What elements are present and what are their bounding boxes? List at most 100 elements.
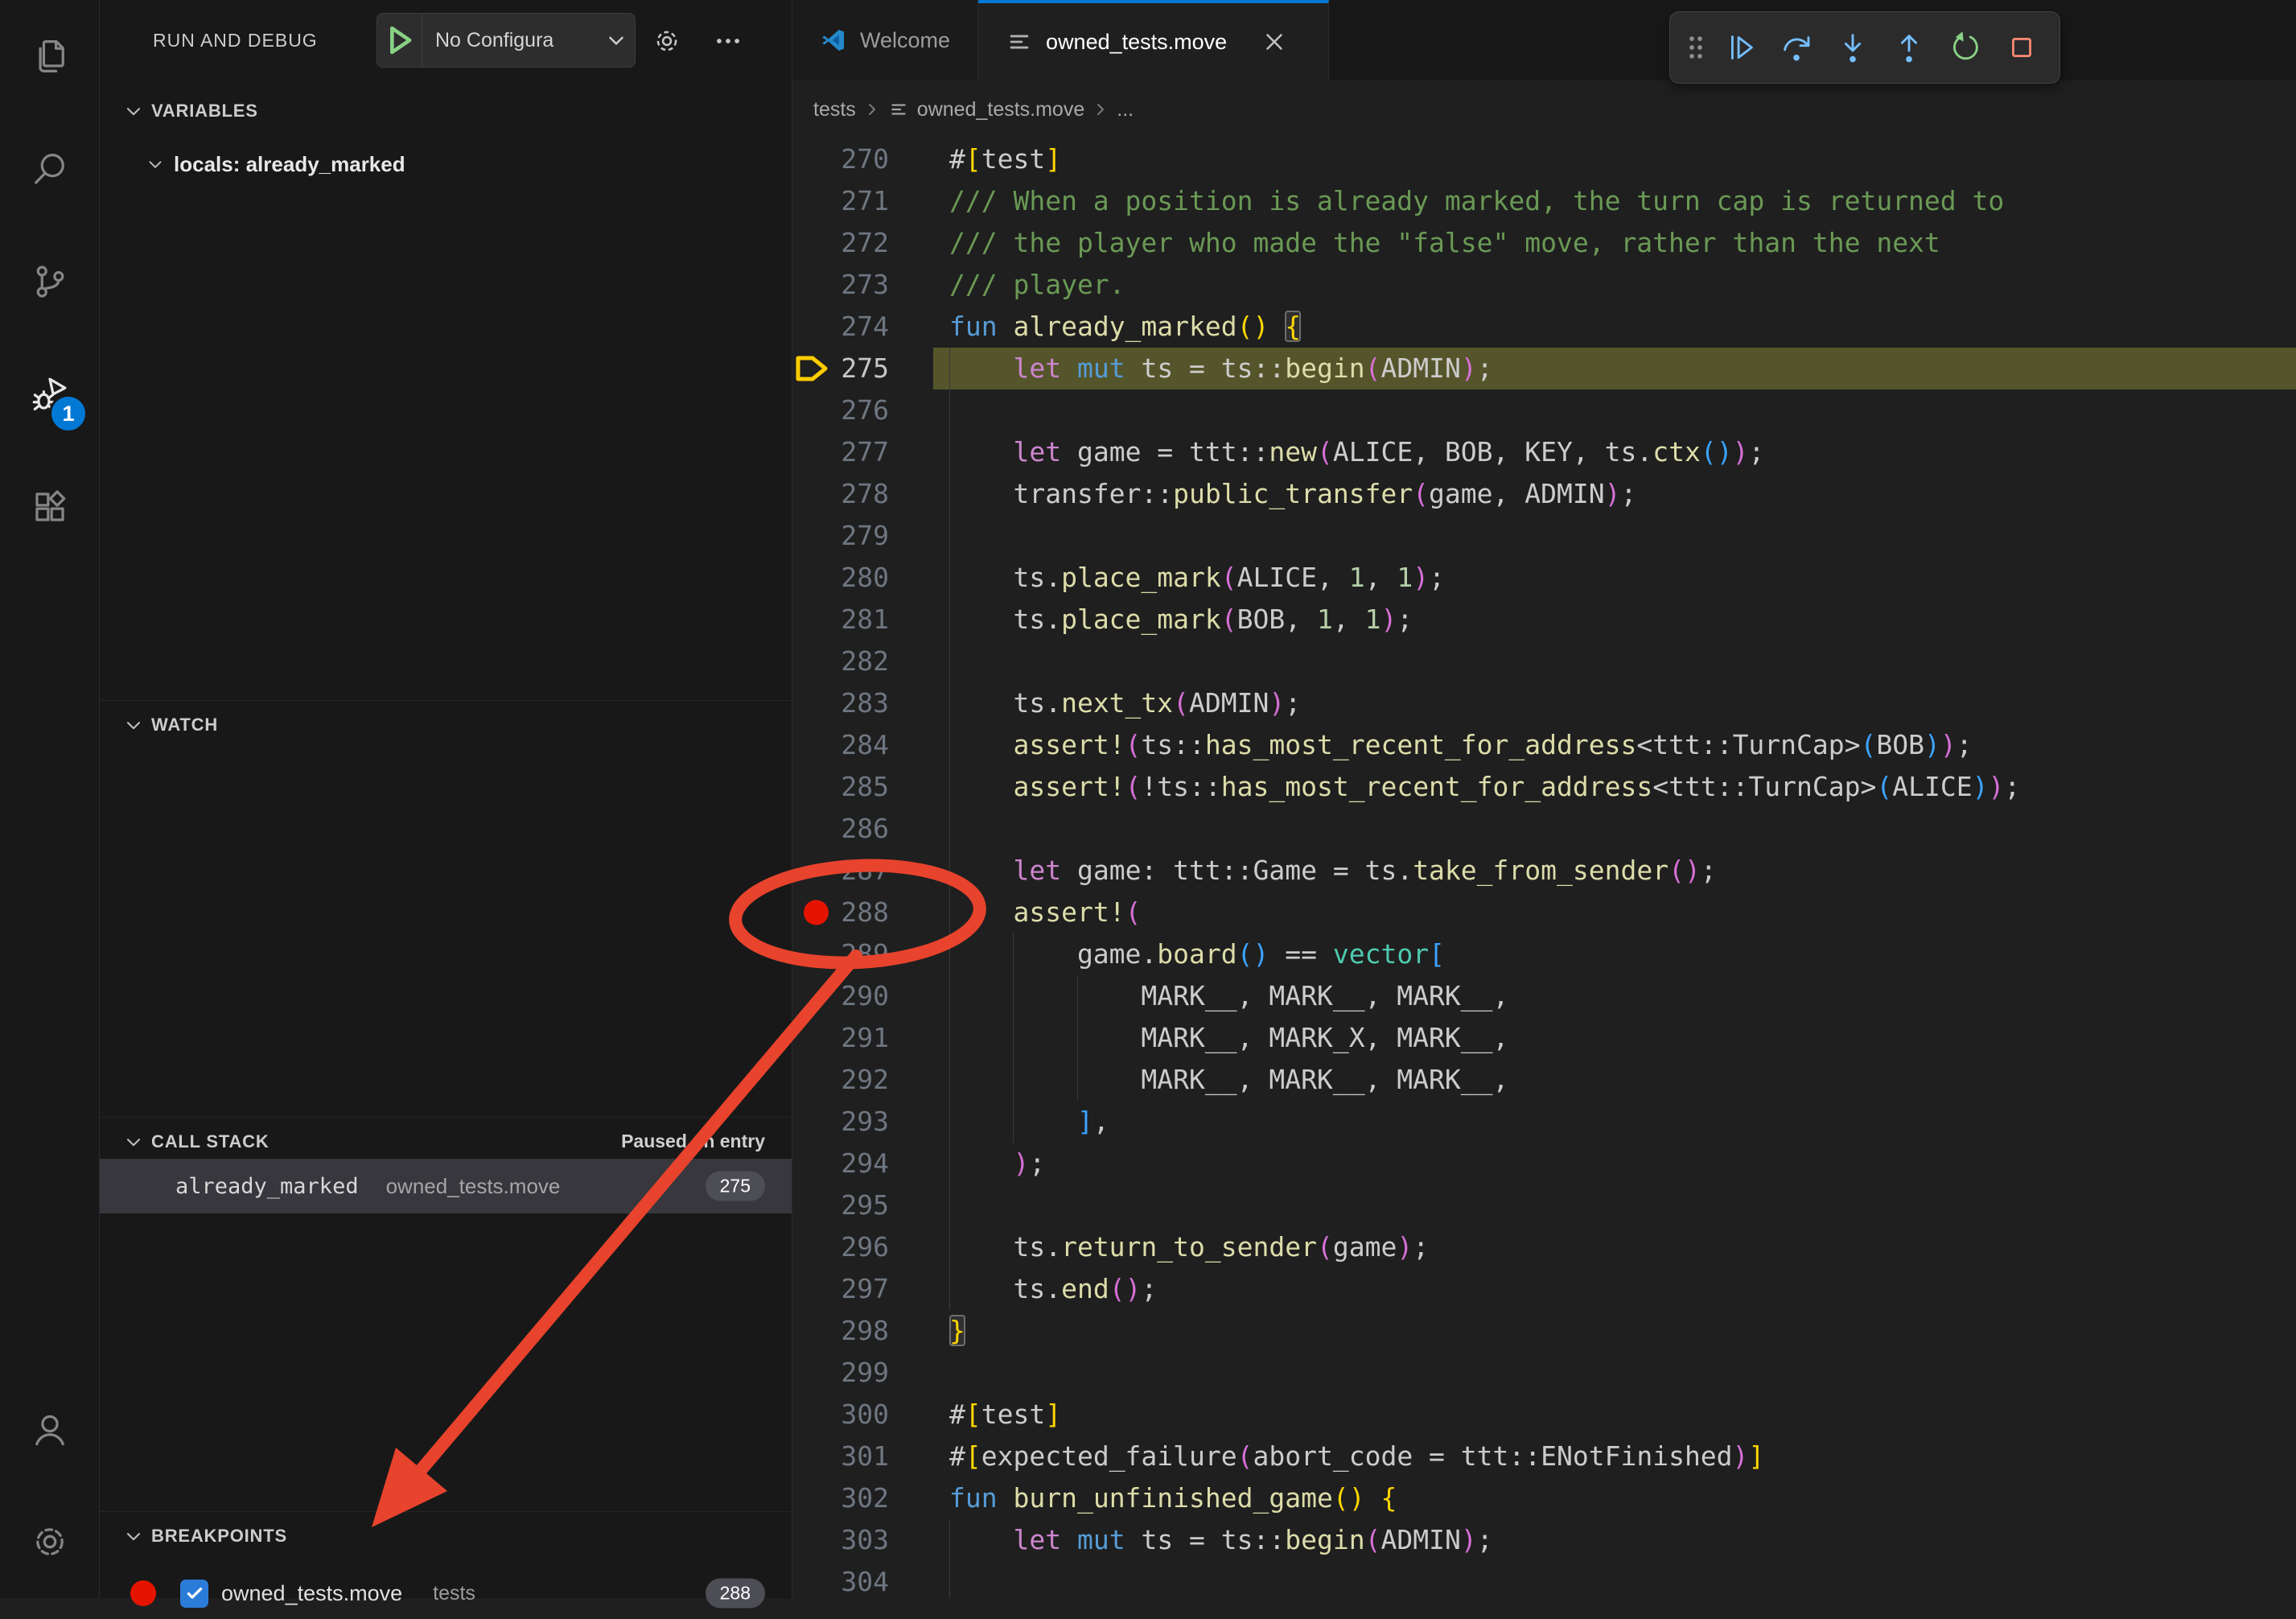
watch-section-header[interactable]: WATCH	[100, 700, 792, 748]
code-line-290: 290 MARK__, MARK__, MARK__,	[792, 975, 2296, 1017]
code-text: MARK__, MARK_X, MARK__,	[933, 1017, 2296, 1059]
code-editor[interactable]: 270#[test]271/// When a position is alre…	[792, 138, 2296, 1598]
gutter-line-290[interactable]: 290	[792, 975, 933, 1017]
step-over-button[interactable]	[1768, 19, 1825, 76]
extensions-icon	[29, 486, 71, 528]
breakpoint-dot-icon[interactable]	[804, 900, 829, 925]
gutter-line-273[interactable]: 273	[792, 264, 933, 306]
gutter-line-283[interactable]: 283	[792, 682, 933, 724]
code-line-283: 283 ts.next_tx(ADMIN);	[792, 682, 2296, 724]
gutter-line-278[interactable]: 278	[792, 473, 933, 515]
gutter-line-280[interactable]: 280	[792, 557, 933, 599]
gutter-line-302[interactable]: 302	[792, 1477, 933, 1519]
code-line-303: 303 let mut ts = ts::begin(ADMIN);	[792, 1519, 2296, 1561]
settings-gear-icon	[29, 1521, 71, 1563]
gutter-line-271[interactable]: 271	[792, 180, 933, 222]
gutter-line-292[interactable]: 292	[792, 1059, 933, 1101]
continue-button[interactable]	[1712, 19, 1768, 76]
code-line-276: 276	[792, 389, 2296, 431]
gutter-line-274[interactable]: 274	[792, 306, 933, 348]
gutter-line-288[interactable]: 288	[792, 892, 933, 933]
account-icon	[29, 1408, 71, 1450]
code-line-281: 281 ts.place_mark(BOB, 1, 1);	[792, 599, 2296, 641]
activity-item-search[interactable]	[0, 113, 99, 225]
breadcrumb-item-file[interactable]: owned_tests.move	[888, 98, 1084, 122]
code-text: );	[933, 1143, 2296, 1184]
activity-item-explorer[interactable]	[0, 0, 99, 113]
chevron-right-icon	[1091, 100, 1110, 119]
gutter-line-284[interactable]: 284	[792, 724, 933, 766]
activity-item-extensions[interactable]	[0, 451, 99, 563]
continue-icon	[1722, 29, 1759, 66]
gutter-line-296[interactable]: 296	[792, 1226, 933, 1268]
gutter-line-300[interactable]: 300	[792, 1394, 933, 1436]
gutter-line-272[interactable]: 272	[792, 222, 933, 264]
gutter-line-304[interactable]: 304	[792, 1561, 933, 1598]
step-out-button[interactable]	[1881, 19, 1937, 76]
activity-item-account[interactable]	[0, 1373, 99, 1485]
search-icon	[29, 148, 71, 190]
activity-item-run-and-debug[interactable]: 1	[0, 338, 99, 451]
call-stack-frame-row[interactable]: already_marked owned_tests.move 275	[100, 1159, 792, 1213]
gutter-line-299[interactable]: 299	[792, 1352, 933, 1394]
breadcrumb-item-symbol[interactable]: ...	[1117, 98, 1134, 122]
gutter-line-293[interactable]: 293	[792, 1101, 933, 1143]
activity-item-settings-gear[interactable]	[0, 1485, 99, 1598]
drag-grip-icon[interactable]	[1680, 27, 1712, 68]
breakpoints-section-header[interactable]: BREAKPOINTS	[100, 1511, 792, 1559]
gutter-line-277[interactable]: 277	[792, 431, 933, 473]
gutter-line-276[interactable]: 276	[792, 389, 933, 431]
code-text: ts.end();	[933, 1268, 2296, 1310]
gutter-line-301[interactable]: 301	[792, 1436, 933, 1477]
debug-gear-icon[interactable]	[652, 26, 682, 56]
restart-button[interactable]	[1937, 19, 1994, 76]
gutter-line-297[interactable]: 297	[792, 1268, 933, 1310]
gutter-line-295[interactable]: 295	[792, 1184, 933, 1226]
gutter-line-275[interactable]: 275	[792, 348, 933, 389]
gutter-line-286[interactable]: 286	[792, 808, 933, 850]
code-line-293: 293 ],	[792, 1101, 2296, 1143]
code-line-299: 299	[792, 1352, 2296, 1394]
variables-scope-row[interactable]: locals: already_marked	[100, 138, 792, 190]
code-text: let mut ts = ts::begin(ADMIN);	[933, 1519, 2296, 1561]
close-icon[interactable]	[1261, 28, 1288, 56]
more-actions-icon[interactable]	[713, 26, 743, 56]
play-icon[interactable]	[377, 14, 422, 67]
variables-section-header[interactable]: VARIABLES	[100, 87, 792, 135]
tab-welcome[interactable]: Welcome	[792, 0, 978, 80]
gutter-line-282[interactable]: 282	[792, 641, 933, 682]
gutter-line-279[interactable]: 279	[792, 515, 933, 557]
explorer-icon	[29, 35, 71, 77]
gutter-line-289[interactable]: 289	[792, 933, 933, 975]
tab-label: Welcome	[860, 28, 950, 53]
call-stack-section-header[interactable]: CALL STACK Paused on entry	[100, 1117, 792, 1165]
gutter-line-287[interactable]: 287	[792, 850, 933, 892]
code-text: #[expected_failure(abort_code = ttt::ENo…	[933, 1436, 2296, 1477]
gutter-line-281[interactable]: 281	[792, 599, 933, 641]
start-debugging-button[interactable]: No Configura	[376, 13, 636, 68]
code-text: ts.return_to_sender(game);	[933, 1226, 2296, 1268]
breadcrumb-item-tests[interactable]: tests	[813, 98, 856, 122]
step-into-button[interactable]	[1825, 19, 1881, 76]
gutter-line-291[interactable]: 291	[792, 1017, 933, 1059]
stop-button[interactable]	[1994, 19, 2050, 76]
breakpoint-row[interactable]: owned_tests.move tests 288	[100, 1568, 792, 1619]
watch-header-label: WATCH	[151, 715, 218, 735]
gutter-line-303[interactable]: 303	[792, 1519, 933, 1561]
gutter-line-270[interactable]: 270	[792, 138, 933, 180]
activity-item-source-control[interactable]	[0, 225, 99, 338]
debug-configuration-select[interactable]: No Configura	[422, 29, 604, 52]
chevron-down-icon	[122, 1525, 145, 1547]
gutter-line-294[interactable]: 294	[792, 1143, 933, 1184]
code-line-296: 296 ts.return_to_sender(game);	[792, 1226, 2296, 1268]
gutter-line-298[interactable]: 298	[792, 1310, 933, 1352]
code-text	[933, 389, 2296, 431]
gutter-line-285[interactable]: 285	[792, 766, 933, 808]
tab-owned-tests[interactable]: owned_tests.move	[978, 0, 1329, 80]
breakpoints-header-label: BREAKPOINTS	[151, 1526, 287, 1547]
code-line-271: 271/// When a position is already marked…	[792, 180, 2296, 222]
code-line-280: 280 ts.place_mark(ALICE, 1, 1);	[792, 557, 2296, 599]
breakpoint-checkbox[interactable]	[180, 1580, 208, 1608]
editor-group: Welcome owned_tests.move tests owned_tes…	[792, 0, 2296, 1598]
code-line-298: 298}	[792, 1310, 2296, 1352]
